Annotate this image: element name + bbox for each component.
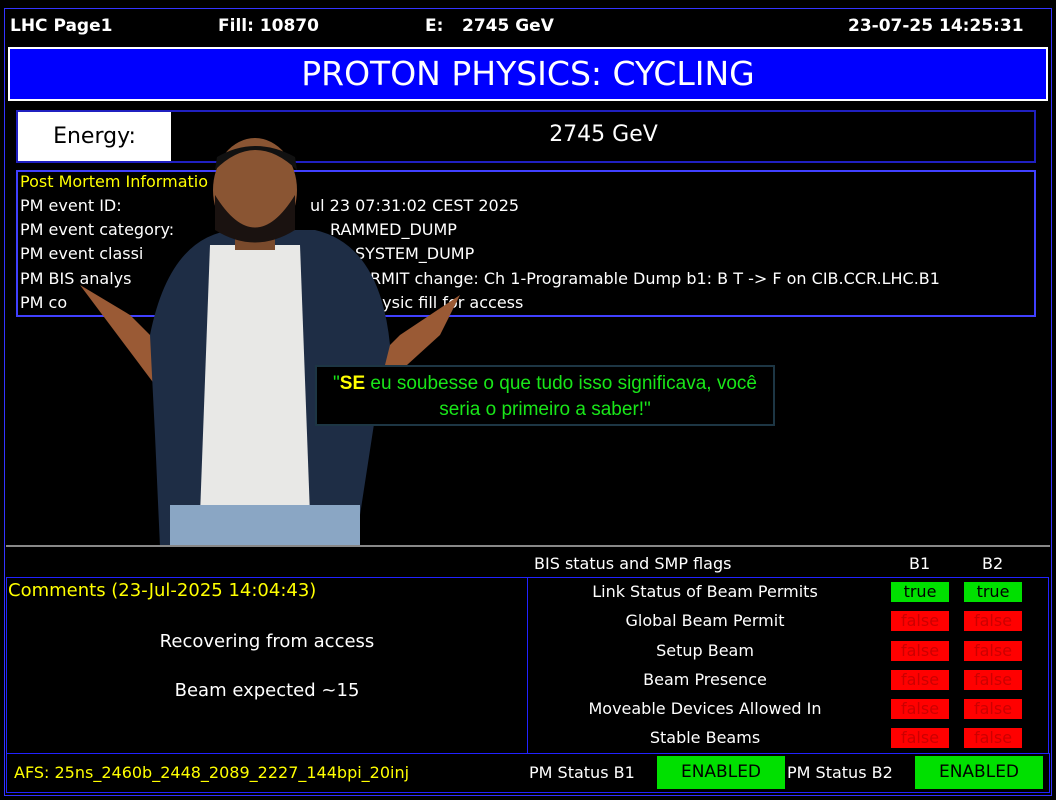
b2-header: B2 <box>982 554 1003 573</box>
meme-caption: "SE eu soubesse o que tudo isso signific… <box>315 365 775 426</box>
b1-status-badge: false <box>891 728 949 748</box>
machine-mode-banner: PROTON PHYSICS: CYCLING <box>8 47 1048 101</box>
b1-status-badge: false <box>891 699 949 719</box>
comment-line: Beam expected ~15 <box>6 680 528 701</box>
section-divider <box>6 545 1050 547</box>
fill-number: Fill: 10870 <box>218 16 319 36</box>
quote-emphasis: SE <box>340 373 365 394</box>
b2-status-badge: false <box>964 641 1022 661</box>
bis-row-label: Stable Beams <box>525 728 885 747</box>
b2-status-badge: false <box>964 611 1022 631</box>
b2-status-badge: false <box>964 728 1022 748</box>
bis-title: BIS status and SMP flags <box>534 554 731 573</box>
b1-status-badge: true <box>891 582 949 602</box>
b2-status-badge: false <box>964 670 1022 690</box>
b1-status-badge: false <box>891 641 949 661</box>
b1-status-badge: false <box>891 670 949 690</box>
b1-status-badge: false <box>891 611 949 631</box>
bis-row-label: Global Beam Permit <box>525 611 885 630</box>
quote-open: " <box>333 373 340 394</box>
b2-status-badge: true <box>964 582 1022 602</box>
pm-status-b1: ENABLED <box>657 756 785 789</box>
comments-title: Comments (23-Jul-2025 14:04:43) <box>8 580 316 601</box>
page-name: LHC Page1 <box>10 16 112 36</box>
b2-status-badge: false <box>964 699 1022 719</box>
pm-status-b2-label: PM Status B2 <box>787 763 893 782</box>
header-energy: 2745 GeV <box>462 16 554 36</box>
comments-panel <box>6 577 528 754</box>
b1-header: B1 <box>909 554 930 573</box>
quote-rest: eu soubesse o que tudo isso significava,… <box>365 373 757 420</box>
pm-status-b2: ENABLED <box>915 756 1043 789</box>
datetime: 23-07-25 14:25:31 <box>848 16 1024 36</box>
comment-line: Recovering from access <box>6 631 528 652</box>
bis-row-label: Link Status of Beam Permits <box>525 582 885 601</box>
bis-row-label: Beam Presence <box>525 670 885 689</box>
shrugging-man-image <box>60 135 480 547</box>
pm-status-b1-label: PM Status B1 <box>529 763 635 782</box>
afs-filling-scheme: AFS: 25ns_2460b_2448_2089_2227_144bpi_20… <box>14 763 409 782</box>
bis-row-label: Moveable Devices Allowed In <box>525 699 885 718</box>
bis-row-label: Setup Beam <box>525 641 885 660</box>
energy-label: E: <box>425 16 443 36</box>
